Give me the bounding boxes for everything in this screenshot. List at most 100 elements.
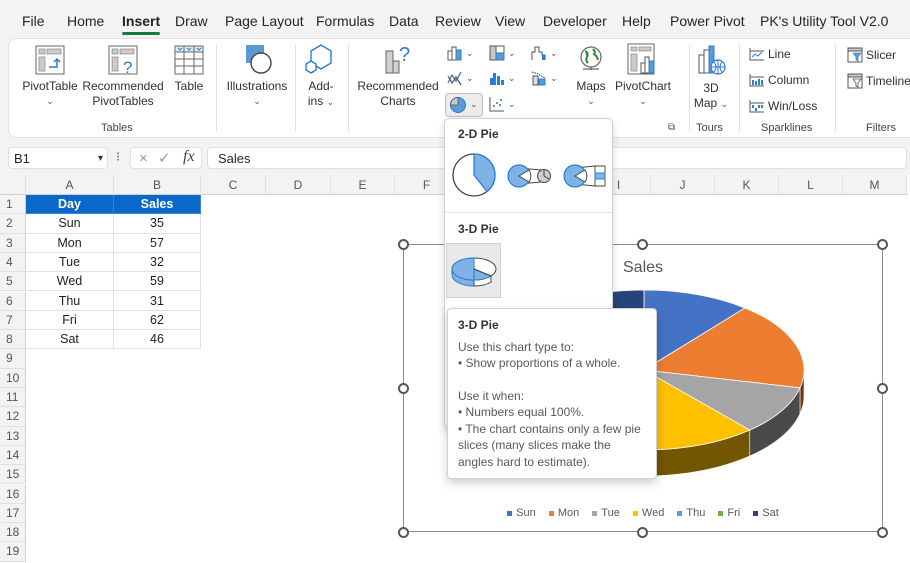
row-header-14[interactable]: 14	[0, 445, 26, 466]
column-header-j[interactable]: J	[651, 175, 715, 195]
table-cell[interactable]: 59	[114, 272, 201, 292]
pivotchart-button[interactable]: PivotChart ⌄	[611, 43, 675, 109]
column-header-e[interactable]: E	[331, 175, 395, 195]
tab-view[interactable]: View	[495, 13, 525, 29]
tab-power-pivot[interactable]: Power Pivot	[670, 13, 745, 29]
row-header-13[interactable]: 13	[0, 426, 26, 446]
column-chart-button[interactable]: ⌄	[447, 45, 474, 61]
row-header-12[interactable]: 12	[0, 407, 26, 427]
row-header-5[interactable]: 5	[0, 272, 26, 292]
resize-handle-top-right[interactable]	[877, 239, 888, 250]
row-header-19[interactable]: 19	[0, 542, 26, 562]
column-header-m[interactable]: M	[843, 175, 907, 195]
slicer-button[interactable]: Slicer	[847, 47, 896, 63]
chart-option-pie-of-pie[interactable]	[505, 159, 553, 193]
select-all-corner[interactable]	[0, 175, 26, 195]
timeline-button[interactable]: Timeline	[847, 73, 910, 89]
tab-draw[interactable]: Draw	[175, 13, 208, 29]
tab-formulas[interactable]: Formulas	[316, 13, 374, 29]
table-header-cell[interactable]: Sales	[114, 195, 201, 215]
column-header-c[interactable]: C	[201, 175, 266, 195]
recommended-charts-button[interactable]: ? Recommended Charts	[357, 43, 439, 109]
pie-chart-dropdown-button[interactable]: ⌄	[445, 93, 483, 117]
table-button[interactable]: Table	[169, 45, 209, 94]
statistic-chart-button[interactable]: ⌄	[489, 70, 516, 86]
tab-file[interactable]: File	[22, 13, 45, 29]
row-header-11[interactable]: 11	[0, 388, 26, 408]
resize-handle-left[interactable]	[398, 383, 409, 394]
table-cell[interactable]: Wed	[26, 272, 114, 292]
table-cell[interactable]: Tue	[26, 252, 114, 273]
row-header-15[interactable]: 15	[0, 465, 26, 485]
row-header-10[interactable]: 10	[0, 368, 26, 388]
row-header-1[interactable]: 1	[0, 195, 26, 215]
column-header-l[interactable]: L	[779, 175, 843, 195]
table-cell[interactable]: 35	[114, 214, 201, 234]
hierarchy-chart-button[interactable]: ⌄	[489, 45, 516, 61]
sparkline-winloss-button[interactable]: Win/Loss	[749, 99, 817, 113]
line-chart-button[interactable]: ⌄	[447, 70, 474, 86]
resize-handle-bottom-left[interactable]	[398, 527, 409, 538]
resize-handle-right[interactable]	[877, 383, 888, 394]
row-header-9[interactable]: 9	[0, 349, 26, 369]
row-header-16[interactable]: 16	[0, 484, 26, 504]
table-cell[interactable]: Fri	[26, 310, 114, 331]
column-header-b[interactable]: B	[114, 175, 201, 195]
table-cell[interactable]: Mon	[26, 233, 114, 253]
column-header-k[interactable]: K	[715, 175, 779, 195]
table-cell[interactable]: Thu	[26, 291, 114, 311]
table-cell[interactable]: Sun	[26, 214, 114, 234]
column-header-a[interactable]: A	[26, 175, 114, 195]
resize-handle-bottom[interactable]	[637, 527, 648, 538]
dialog-launcher-icon[interactable]: ⧉	[668, 122, 675, 133]
3d-map-button[interactable]: 3D Map ⌄	[691, 45, 731, 112]
row-header-17[interactable]: 17	[0, 503, 26, 524]
table-cell[interactable]: 46	[114, 330, 201, 350]
row-header-2[interactable]: 2	[0, 214, 26, 234]
chart-option-pie[interactable]	[451, 151, 497, 199]
table-cell[interactable]: 57	[114, 233, 201, 253]
chart-legend[interactable]: Sun Mon Tue Wed Thu Fri Sat	[404, 507, 882, 519]
table-cell[interactable]: 62	[114, 310, 201, 331]
chart-option-3d-pie[interactable]	[446, 243, 501, 298]
addins-button[interactable]: Add- ins ⌄	[301, 43, 341, 110]
pivottable-button[interactable]: PivotTable ⌄	[21, 45, 79, 109]
chevron-down-icon[interactable]: ▾	[98, 153, 103, 164]
enter-icon[interactable]: ✓	[158, 150, 171, 167]
table-header-cell[interactable]: Day	[26, 195, 114, 215]
insert-function-icon[interactable]: fx	[183, 148, 195, 166]
resize-handle-bottom-right[interactable]	[877, 527, 888, 538]
row-header-7[interactable]: 7	[0, 310, 26, 331]
column-header-d[interactable]: D	[266, 175, 331, 195]
row-header-4[interactable]: 4	[0, 252, 26, 273]
scatter-chart-button[interactable]: ⌄	[489, 96, 516, 112]
tab-data[interactable]: Data	[389, 13, 419, 29]
tab-home[interactable]: Home	[67, 13, 104, 29]
maps-button[interactable]: Maps ⌄	[571, 45, 611, 109]
tab-insert[interactable]: Insert	[122, 13, 161, 35]
sparkline-line-button[interactable]: Line	[749, 47, 791, 61]
more-options-icon[interactable]: ⁝	[116, 149, 120, 165]
illustrations-button[interactable]: Illustrations ⌄	[223, 43, 291, 109]
resize-handle-top-left[interactable]	[398, 239, 409, 250]
tab-pk-utility[interactable]: PK's Utility Tool V2.0	[760, 13, 888, 29]
row-header-3[interactable]: 3	[0, 233, 26, 253]
name-box[interactable]: B1 ▾	[8, 147, 108, 169]
table-cell[interactable]: 31	[114, 291, 201, 311]
resize-handle-top[interactable]	[637, 239, 648, 250]
recommended-pivottables-button[interactable]: ? Recommended PivotTables	[82, 45, 164, 109]
tab-developer[interactable]: Developer	[543, 13, 607, 29]
tab-page-layout[interactable]: Page Layout	[225, 13, 304, 29]
row-header-6[interactable]: 6	[0, 291, 26, 311]
table-cell[interactable]: Sat	[26, 330, 114, 350]
row-header-8[interactable]: 8	[0, 330, 26, 350]
combo-chart-button[interactable]: ⌄	[531, 70, 558, 86]
tab-help[interactable]: Help	[622, 13, 651, 29]
waterfall-chart-button[interactable]: ⌄	[531, 45, 558, 61]
table-cell[interactable]: 32	[114, 252, 201, 273]
chart-option-bar-of-pie[interactable]	[561, 159, 609, 193]
cancel-icon[interactable]: ×	[139, 150, 148, 167]
sparkline-column-button[interactable]: Column	[749, 73, 809, 87]
row-header-18[interactable]: 18	[0, 523, 26, 543]
tab-review[interactable]: Review	[435, 13, 481, 29]
